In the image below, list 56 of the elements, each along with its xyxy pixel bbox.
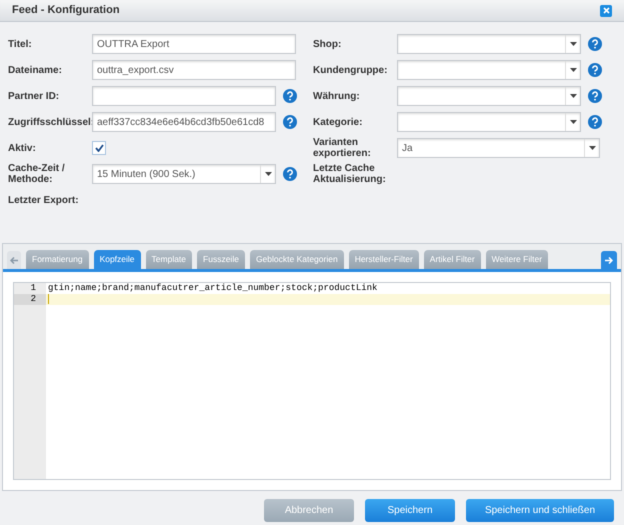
tab[interactable]: Formatierung [26, 250, 89, 269]
help-icon[interactable] [588, 63, 602, 77]
tab[interactable]: Hersteller-Filter [348, 250, 419, 269]
field-label: Cache-Zeit / Methode: [8, 163, 66, 185]
help-icon[interactable] [283, 115, 297, 129]
text-field[interactable] [92, 86, 276, 106]
field-label: Letzte Cache Aktualisierung: [313, 163, 387, 185]
dialog-button[interactable]: Speichern und schließen [466, 499, 614, 522]
tab[interactable]: Kopfzeile [94, 250, 141, 269]
close-icon[interactable] [600, 4, 612, 16]
dropdown-value: Ja [401, 142, 414, 156]
field-label: Letzter Export: [8, 194, 80, 206]
tab[interactable]: Template [146, 250, 192, 269]
tab[interactable]: Geblockte Kategorien [250, 250, 344, 269]
tab[interactable]: Weitere Filter [486, 250, 548, 269]
field-label: Kategorie: [313, 116, 364, 128]
text-field[interactable]: outtra_export.csv [92, 60, 296, 80]
line-number: 2 [14, 294, 46, 305]
field-label: Dateiname: [8, 64, 63, 76]
caret-icon [570, 94, 576, 98]
dropdown-value: 15 Minuten (900 Sek.) [96, 168, 196, 182]
field-label: Währung: [313, 90, 361, 102]
tab[interactable]: Artikel Filter [424, 250, 481, 269]
arrow-right-icon [605, 256, 613, 264]
help-icon[interactable] [588, 115, 602, 129]
checkbox[interactable] [92, 141, 106, 155]
help-icon[interactable] [588, 89, 602, 103]
dropdown[interactable]: 15 Minuten (900 Sek.) [92, 164, 276, 184]
line-number: 1 [14, 283, 46, 294]
field-label: Zugriffsschlüssel: [8, 116, 92, 128]
field-label: Titel: [8, 38, 33, 50]
caret-icon [570, 120, 576, 124]
dialog-button[interactable]: Abbrechen [264, 499, 354, 522]
dialog-button[interactable]: Speichern [365, 499, 455, 522]
text-field[interactable]: OUTTRA Export [92, 34, 296, 54]
caret-icon [264, 172, 272, 176]
window-title: Feed - Konfiguration [12, 3, 120, 18]
help-icon[interactable] [588, 37, 602, 51]
caret-icon [570, 68, 576, 72]
field-label: Partner ID: [8, 90, 60, 102]
caret-icon [570, 42, 576, 46]
help-icon[interactable] [283, 89, 297, 103]
scroll-right-button[interactable] [601, 251, 617, 269]
field-label: Aktiv: [8, 142, 37, 154]
field-label: Kundengruppe: [313, 64, 388, 76]
code-editor[interactable]: 1 gtin;name;brand;manufacutrer_article_number;stock;productLink 2 [13, 282, 611, 480]
field-label: Shop: [313, 38, 342, 50]
text-field[interactable]: aeff337cc834e6e64b6cd3fb50e61cd8 [92, 112, 276, 132]
help-icon[interactable] [283, 167, 297, 181]
caret-icon [588, 146, 596, 150]
field-label: Varianten exportieren: [313, 137, 372, 159]
check-icon [94, 144, 104, 152]
tab[interactable]: Fusszeile [197, 250, 245, 269]
code-line: gtin;name;brand;manufacutrer_article_number;stock;productLink [47, 283, 378, 294]
dropdown[interactable]: Ja [397, 138, 600, 158]
arrow-left-icon [10, 256, 18, 264]
